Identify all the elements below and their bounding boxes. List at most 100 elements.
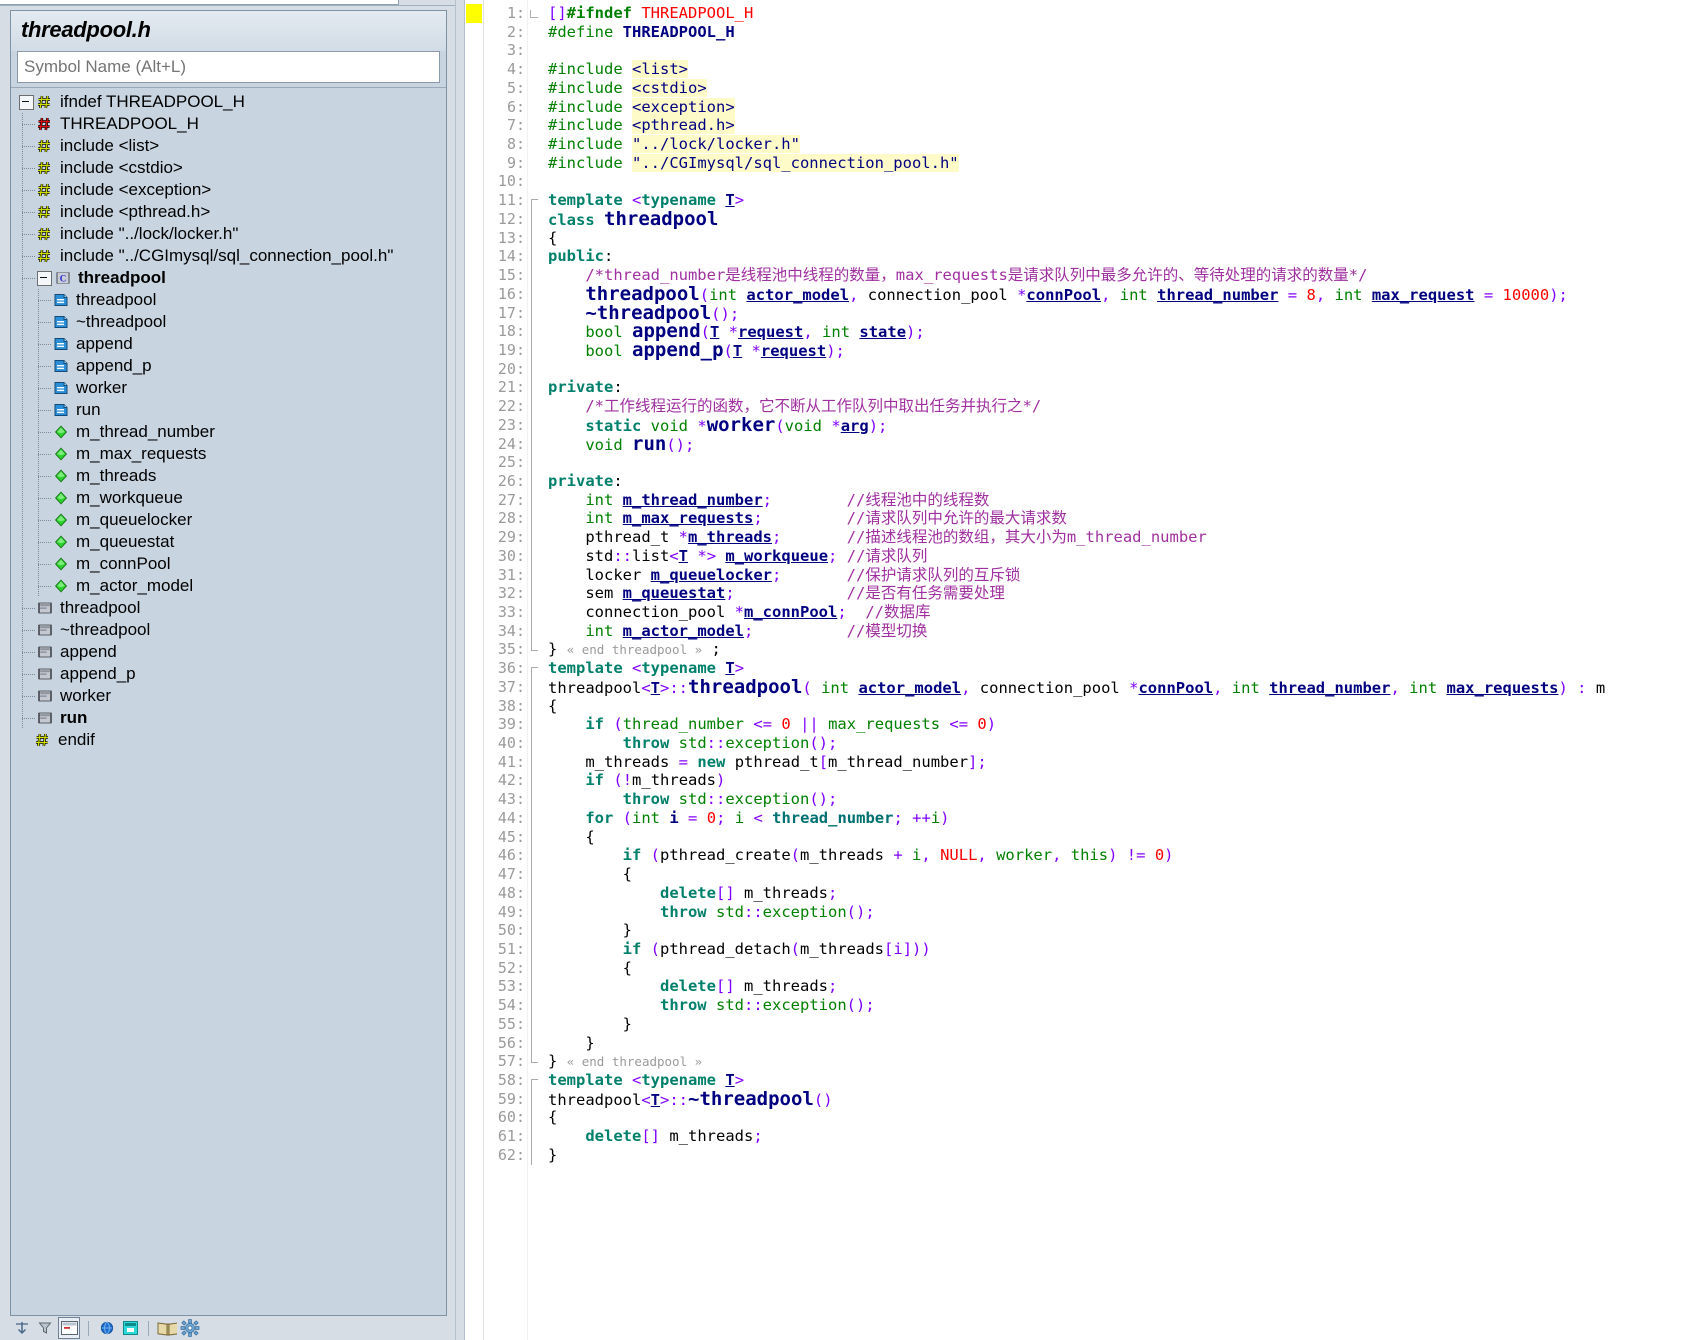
fold-cell[interactable] [528, 640, 542, 659]
fold-cell[interactable] [528, 977, 542, 997]
code-line[interactable]: sem m_queuestat; //是否有任务需要处理 [548, 584, 1701, 603]
tree-item-include-cstdio[interactable]: include <cstdio> [11, 157, 446, 179]
fold-cell[interactable] [528, 565, 542, 585]
tree-item-run[interactable]: run [11, 707, 446, 729]
code-line[interactable]: threadpool<T>::threadpool( int actor_mod… [548, 677, 1701, 697]
code-line[interactable] [548, 41, 1701, 60]
code-line[interactable]: template <typename T> [548, 191, 1701, 210]
code-line[interactable] [548, 453, 1701, 472]
code-line[interactable]: threadpool(int actor_model, connection_p… [548, 284, 1701, 304]
fold-cell[interactable] [528, 359, 542, 379]
gear-icon[interactable] [180, 1318, 200, 1338]
tree-item-m_queuestat[interactable]: m_queuestat [11, 531, 446, 553]
symbol-search-input[interactable] [18, 54, 439, 80]
tree-item-threadpool[interactable]: ~threadpool [11, 311, 446, 333]
code-line[interactable]: private: [548, 378, 1701, 397]
tree-item-append[interactable]: append [11, 641, 446, 663]
code-line[interactable]: } « end threadpool » [548, 1052, 1701, 1071]
globe-icon[interactable] [97, 1318, 117, 1338]
panel-layout-icon[interactable] [58, 1317, 80, 1339]
code-line[interactable]: } « end threadpool » ; [548, 640, 1701, 659]
tree-collapse-toggle[interactable] [19, 94, 34, 110]
bookmark-marker[interactable] [466, 4, 482, 23]
fold-cell[interactable] [528, 397, 542, 416]
fold-cell[interactable] [528, 453, 542, 472]
fold-cell[interactable] [528, 60, 542, 79]
fold-cell[interactable] [528, 303, 542, 323]
fold-cell[interactable] [528, 1014, 542, 1034]
fold-cell[interactable] [528, 434, 542, 454]
code-line[interactable]: { [548, 697, 1701, 716]
fold-cell[interactable] [528, 228, 542, 248]
tree-item-endif[interactable]: endif [11, 729, 446, 751]
fold-cell[interactable] [528, 23, 542, 42]
tree-item-include-pthread-h[interactable]: include <pthread.h> [11, 201, 446, 223]
fold-cell[interactable] [528, 322, 542, 341]
code-line[interactable]: delete[] m_threads; [548, 884, 1701, 903]
code-line[interactable]: int m_thread_number; //线程池中的线程数 [548, 491, 1701, 510]
code-line[interactable]: #include <exception> [548, 97, 1701, 117]
bookmark-column[interactable] [465, 0, 484, 1340]
code-line[interactable]: int m_actor_model; //模型切换 [548, 622, 1701, 641]
fold-cell[interactable] [528, 790, 542, 809]
fold-cell[interactable] [528, 696, 542, 716]
fold-cell[interactable] [528, 135, 542, 154]
code-line[interactable]: } [548, 1015, 1701, 1034]
tree-item-threadpool_h[interactable]: THREADPOOL_H [11, 113, 446, 135]
code-line[interactable]: delete[] m_threads; [548, 977, 1701, 996]
code-line[interactable]: delete[] m_threads; [548, 1127, 1701, 1146]
code-line[interactable]: throw std::exception(); [548, 996, 1701, 1015]
fold-cell[interactable] [528, 584, 542, 603]
tree-item-m_threads[interactable]: m_threads [11, 465, 446, 487]
fold-cell[interactable] [528, 865, 542, 884]
fold-cell[interactable] [528, 528, 542, 547]
code-line[interactable]: locker m_queuelocker; //保护请求队列的互斥锁 [548, 566, 1701, 585]
fold-cell[interactable] [528, 677, 542, 697]
code-line[interactable]: if (thread_number <= 0 || max_requests <… [548, 715, 1701, 734]
code-line[interactable]: } [548, 921, 1701, 940]
tree-item-include-lock-locker-h[interactable]: include "../lock/locker.h" [11, 223, 446, 245]
fold-cell[interactable] [528, 1052, 542, 1071]
fold-cell[interactable] [528, 902, 542, 922]
fold-cell[interactable] [528, 603, 542, 622]
fold-cell[interactable] [528, 172, 542, 191]
symbol-panel-toolbar[interactable] [0, 1316, 455, 1340]
tree-item-include-list[interactable]: include <list> [11, 135, 446, 157]
tree-item-append_p[interactable]: append_p [11, 663, 446, 685]
tree-item-worker[interactable]: worker [11, 377, 446, 399]
tree-item-include-exception[interactable]: include <exception> [11, 179, 446, 201]
code-line[interactable]: public: [548, 247, 1701, 266]
symbol-tree[interactable]: ifndef THREADPOOL_H THREADPOOL_H include <… [11, 87, 446, 1315]
book-icon[interactable] [157, 1318, 177, 1338]
fold-cell[interactable] [528, 1108, 542, 1128]
tree-item-threadpool[interactable]: Cthreadpool [11, 267, 446, 289]
code-line[interactable]: { [548, 229, 1701, 248]
filter-icon[interactable] [35, 1318, 55, 1338]
code-line[interactable]: throw std::exception(); [548, 734, 1701, 753]
fold-cell[interactable] [528, 247, 542, 267]
tree-item-threadpool[interactable]: threadpool [11, 597, 446, 619]
fold-cell[interactable] [528, 415, 542, 435]
code-line[interactable]: void run(); [548, 434, 1701, 454]
fold-cell[interactable] [528, 958, 542, 978]
code-line[interactable] [548, 172, 1701, 191]
window-icon[interactable] [120, 1318, 140, 1338]
tree-item-threadpool[interactable]: ~threadpool [11, 619, 446, 641]
fold-cell[interactable] [528, 771, 542, 791]
code-line[interactable]: { [548, 1108, 1701, 1127]
code-line[interactable]: int m_max_requests; //请求队列中允许的最大请求数 [548, 509, 1701, 528]
fold-cell[interactable] [528, 490, 542, 510]
code-line[interactable]: threadpool<T>::~threadpool() [548, 1089, 1701, 1109]
code-line[interactable]: private: [548, 472, 1701, 491]
code-line[interactable]: m_threads = new pthread_t[m_thread_numbe… [548, 753, 1701, 772]
fold-cell[interactable] [528, 621, 542, 641]
code-fold-column[interactable] [528, 0, 542, 1340]
fold-cell[interactable] [528, 1089, 542, 1109]
tree-item-run[interactable]: run [11, 399, 446, 421]
tree-item-append_p[interactable]: append_p [11, 355, 446, 377]
code-line[interactable]: for (int i = 0; i < thread_number; ++i) [548, 809, 1701, 828]
tree-item-threadpool[interactable]: threadpool [11, 289, 446, 311]
fold-cell[interactable] [528, 340, 542, 360]
fold-cell[interactable] [528, 116, 542, 135]
symbol-search-box[interactable] [17, 51, 440, 83]
